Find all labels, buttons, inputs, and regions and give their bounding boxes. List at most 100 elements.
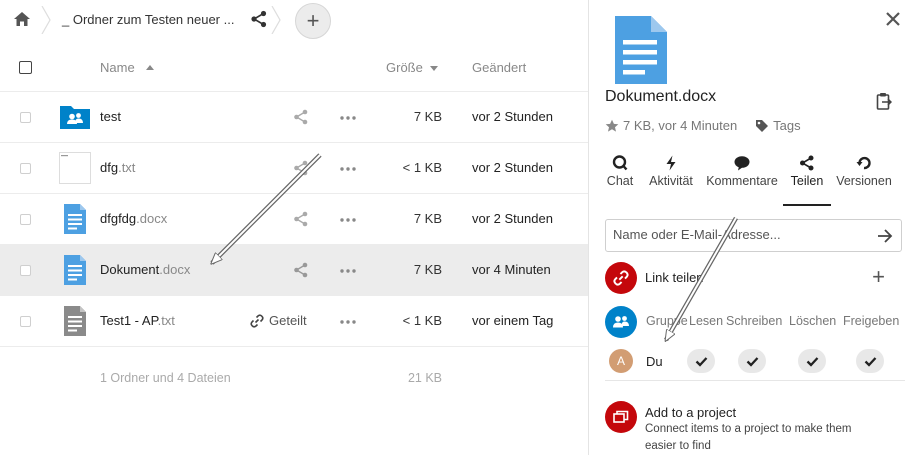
- plus-icon: +: [306, 8, 320, 33]
- share-link-label[interactable]: Link teilen: [645, 270, 704, 285]
- file-size: 7 KB: [413, 262, 442, 277]
- file-name[interactable]: Dokument.docx: [100, 262, 190, 277]
- tab-versions[interactable]: Versionen: [833, 155, 895, 201]
- text-file-thumbnail-icon: [59, 152, 91, 184]
- table-row[interactable]: test 7 KB vor 2 Stunden: [0, 92, 588, 143]
- table-header: Name Größe Geändert: [0, 44, 588, 92]
- permissions-header: Gruppe Lesen Schreiben Löschen Freigeben: [605, 306, 905, 338]
- close-icon[interactable]: [884, 10, 902, 28]
- project-title[interactable]: Add to a project: [645, 405, 736, 420]
- more-icon[interactable]: [340, 167, 356, 171]
- permission-delete-toggle[interactable]: [798, 349, 826, 373]
- tab-share[interactable]: Teilen: [783, 155, 831, 206]
- link-icon: [605, 262, 637, 294]
- share-search-box: [605, 219, 902, 252]
- comment-icon: [734, 156, 750, 171]
- link-icon: [250, 313, 264, 328]
- row-checkbox[interactable]: [20, 112, 31, 123]
- sort-asc-icon: [146, 65, 154, 70]
- tab-chat[interactable]: Chat: [599, 155, 641, 201]
- history-icon: [856, 156, 871, 170]
- shared-status[interactable]: Geteilt: [250, 313, 307, 328]
- share-icon[interactable]: [293, 211, 309, 227]
- more-icon[interactable]: [340, 269, 356, 273]
- share-icon[interactable]: [293, 262, 309, 278]
- clipboard-icon[interactable]: [876, 92, 892, 110]
- file-modified: vor einem Tag: [472, 313, 554, 328]
- select-all-checkbox[interactable]: [19, 61, 32, 74]
- file-size-date: 7 KB, vor 4 Minuten: [623, 118, 738, 133]
- file-modified: vor 2 Stunden: [472, 211, 553, 226]
- summary-count: 1 Ordner und 4 Dateien: [100, 371, 231, 385]
- sidebar-file-title: Dokument.docx: [605, 88, 717, 105]
- tags-link[interactable]: Tags: [773, 118, 800, 133]
- share-link-row: Link teilen +: [605, 262, 905, 294]
- file-summary: 1 Ordner und 4 Dateien 21 KB: [0, 352, 588, 402]
- checkmark-icon: [695, 356, 707, 367]
- perm-header-share: Freigeben: [843, 314, 900, 328]
- divider: [605, 380, 905, 381]
- permission-user-name: Du: [646, 354, 663, 369]
- activity-icon: [666, 155, 676, 171]
- project-icon: [605, 401, 637, 433]
- chat-icon: [612, 155, 628, 171]
- permission-read-toggle[interactable]: [687, 349, 715, 373]
- file-size: < 1 KB: [402, 160, 442, 175]
- group-icon: [605, 306, 637, 338]
- document-icon: [64, 255, 86, 285]
- new-file-button[interactable]: +: [295, 3, 331, 39]
- breadcrumb: _ Ordner zum Testen neuer ... +: [0, 0, 588, 40]
- document-icon: [64, 204, 86, 234]
- tab-activity[interactable]: Aktivität: [641, 155, 701, 201]
- share-search-input[interactable]: [613, 227, 873, 242]
- star-icon[interactable]: [605, 119, 619, 133]
- home-icon[interactable]: [13, 10, 31, 28]
- file-name[interactable]: Test1 - AP.txt: [100, 313, 175, 328]
- row-checkbox[interactable]: [20, 214, 31, 225]
- sidebar-tabs: Chat Aktivität Kommentare Teilen Version…: [599, 155, 895, 206]
- perm-header-read: Lesen: [689, 314, 724, 328]
- file-size: 7 KB: [413, 109, 442, 124]
- permission-share-toggle[interactable]: [856, 349, 884, 373]
- arrow-right-icon[interactable]: [876, 227, 894, 245]
- sort-desc-icon: [430, 66, 438, 71]
- row-checkbox[interactable]: [20, 265, 31, 276]
- table-row[interactable]: Test1 - AP.txt Geteilt < 1 KB vor einem …: [0, 296, 588, 347]
- breadcrumb-separator: [271, 6, 281, 34]
- checkmark-icon: [806, 356, 818, 367]
- more-icon[interactable]: [340, 320, 356, 324]
- share-icon[interactable]: [293, 160, 309, 176]
- file-name[interactable]: test: [100, 109, 121, 124]
- more-icon[interactable]: [340, 218, 356, 222]
- table-row-selected[interactable]: Dokument.docx 7 KB vor 4 Minuten: [0, 245, 588, 296]
- add-link-button[interactable]: +: [872, 266, 885, 288]
- shared-folder-icon: [60, 106, 90, 129]
- details-sidebar: Dokument.docx 7 KB, vor 4 Minuten Tags C…: [588, 0, 914, 455]
- table-row[interactable]: dfg.txt < 1 KB vor 2 Stunden: [0, 143, 588, 194]
- table-row[interactable]: dfgfdg.docx 7 KB vor 2 Stunden: [0, 194, 588, 245]
- tab-comments[interactable]: Kommentare: [701, 155, 783, 201]
- row-checkbox[interactable]: [20, 163, 31, 174]
- perm-header-write: Schreiben: [726, 314, 783, 328]
- column-header-modified[interactable]: Geändert: [472, 60, 526, 75]
- avatar: A: [609, 349, 633, 373]
- tag-icon[interactable]: [755, 119, 769, 133]
- file-name[interactable]: dfg.txt: [100, 160, 135, 175]
- share-icon[interactable]: [293, 109, 309, 125]
- permission-write-toggle[interactable]: [738, 349, 766, 373]
- file-modified: vor 2 Stunden: [472, 109, 553, 124]
- column-header-name[interactable]: Name: [100, 60, 135, 75]
- breadcrumb-separator: [41, 6, 51, 34]
- add-to-project-row[interactable]: Add to a project Connect items to a proj…: [605, 401, 905, 455]
- share-icon[interactable]: [250, 10, 268, 28]
- permission-row-self: A Du: [605, 346, 905, 376]
- column-header-size[interactable]: Größe: [386, 60, 423, 75]
- file-name[interactable]: dfgfdg.docx: [100, 211, 167, 226]
- shared-label: Geteilt: [269, 313, 307, 328]
- checkmark-icon: [864, 356, 876, 367]
- breadcrumb-folder[interactable]: _ Ordner zum Testen neuer ...: [62, 12, 234, 27]
- row-checkbox[interactable]: [20, 316, 31, 327]
- file-size: < 1 KB: [402, 313, 442, 328]
- perm-header-group: Gruppe: [646, 314, 688, 328]
- more-icon[interactable]: [340, 116, 356, 120]
